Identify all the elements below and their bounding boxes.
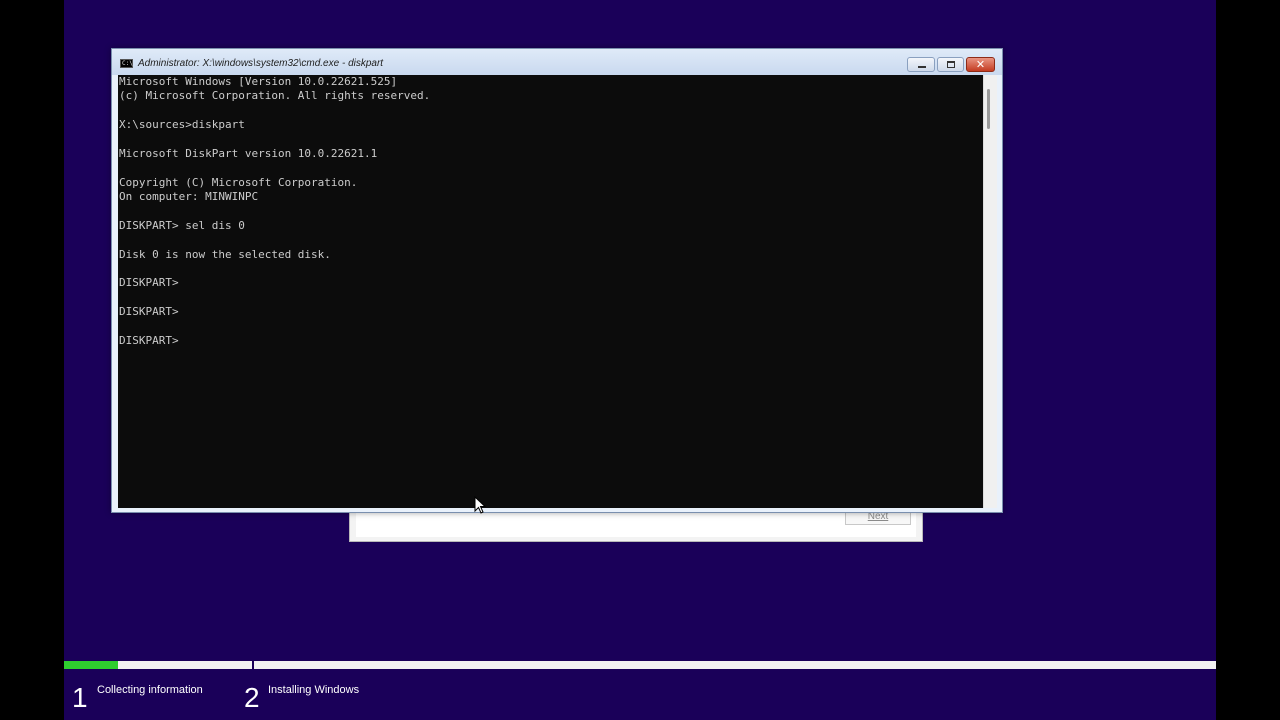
console-icon: C:\ (120, 59, 133, 68)
vertical-scrollbar[interactable] (983, 75, 997, 508)
console-line: (c) Microsoft Corporation. All rights re… (119, 89, 431, 103)
minimize-button[interactable] (907, 57, 935, 72)
step-label: Collecting information (97, 684, 203, 696)
maximize-button[interactable] (937, 57, 964, 72)
console-line: Microsoft DiskPart version 10.0.22621.1 (119, 146, 378, 160)
step-number: 2 (244, 682, 260, 713)
mouse-pointer-icon (474, 496, 486, 514)
title-bar[interactable]: C:\ Administrator: X:\windows\system32\c… (112, 49, 1002, 75)
console-output[interactable]: Microsoft Windows [Version 10.0.22621.52… (118, 75, 983, 508)
window-title: Administrator: X:\windows\system32\cmd.e… (138, 58, 384, 69)
console-line: Disk 0 is now the selected disk. (119, 247, 331, 261)
close-icon: ✕ (975, 58, 986, 71)
progress-fill (64, 661, 119, 669)
console-line: On computer: MINWINPC (119, 190, 259, 204)
progress-step-divider (252, 661, 254, 669)
console-line: DISKPART> (119, 276, 179, 290)
setup-progress-bar (64, 661, 1216, 669)
close-button[interactable]: ✕ (966, 57, 995, 72)
step-number: 1 (72, 682, 88, 713)
cmd-window[interactable]: C:\ Administrator: X:\windows\system32\c… (111, 48, 1003, 513)
console-line: X:\sources>diskpart (119, 118, 245, 132)
step-label: Installing Windows (268, 684, 360, 696)
maximize-icon (947, 61, 955, 68)
console-line: DISKPART> (119, 334, 179, 348)
scrollbar-thumb[interactable] (987, 89, 990, 129)
console-line: DISKPART> (119, 305, 179, 319)
minimize-icon (918, 66, 926, 68)
console-line: DISKPART> sel dis 0 (119, 218, 245, 232)
console-line: Copyright (C) Microsoft Corporation. (119, 175, 358, 189)
console-line: Microsoft Windows [Version 10.0.22621.52… (119, 75, 398, 88)
